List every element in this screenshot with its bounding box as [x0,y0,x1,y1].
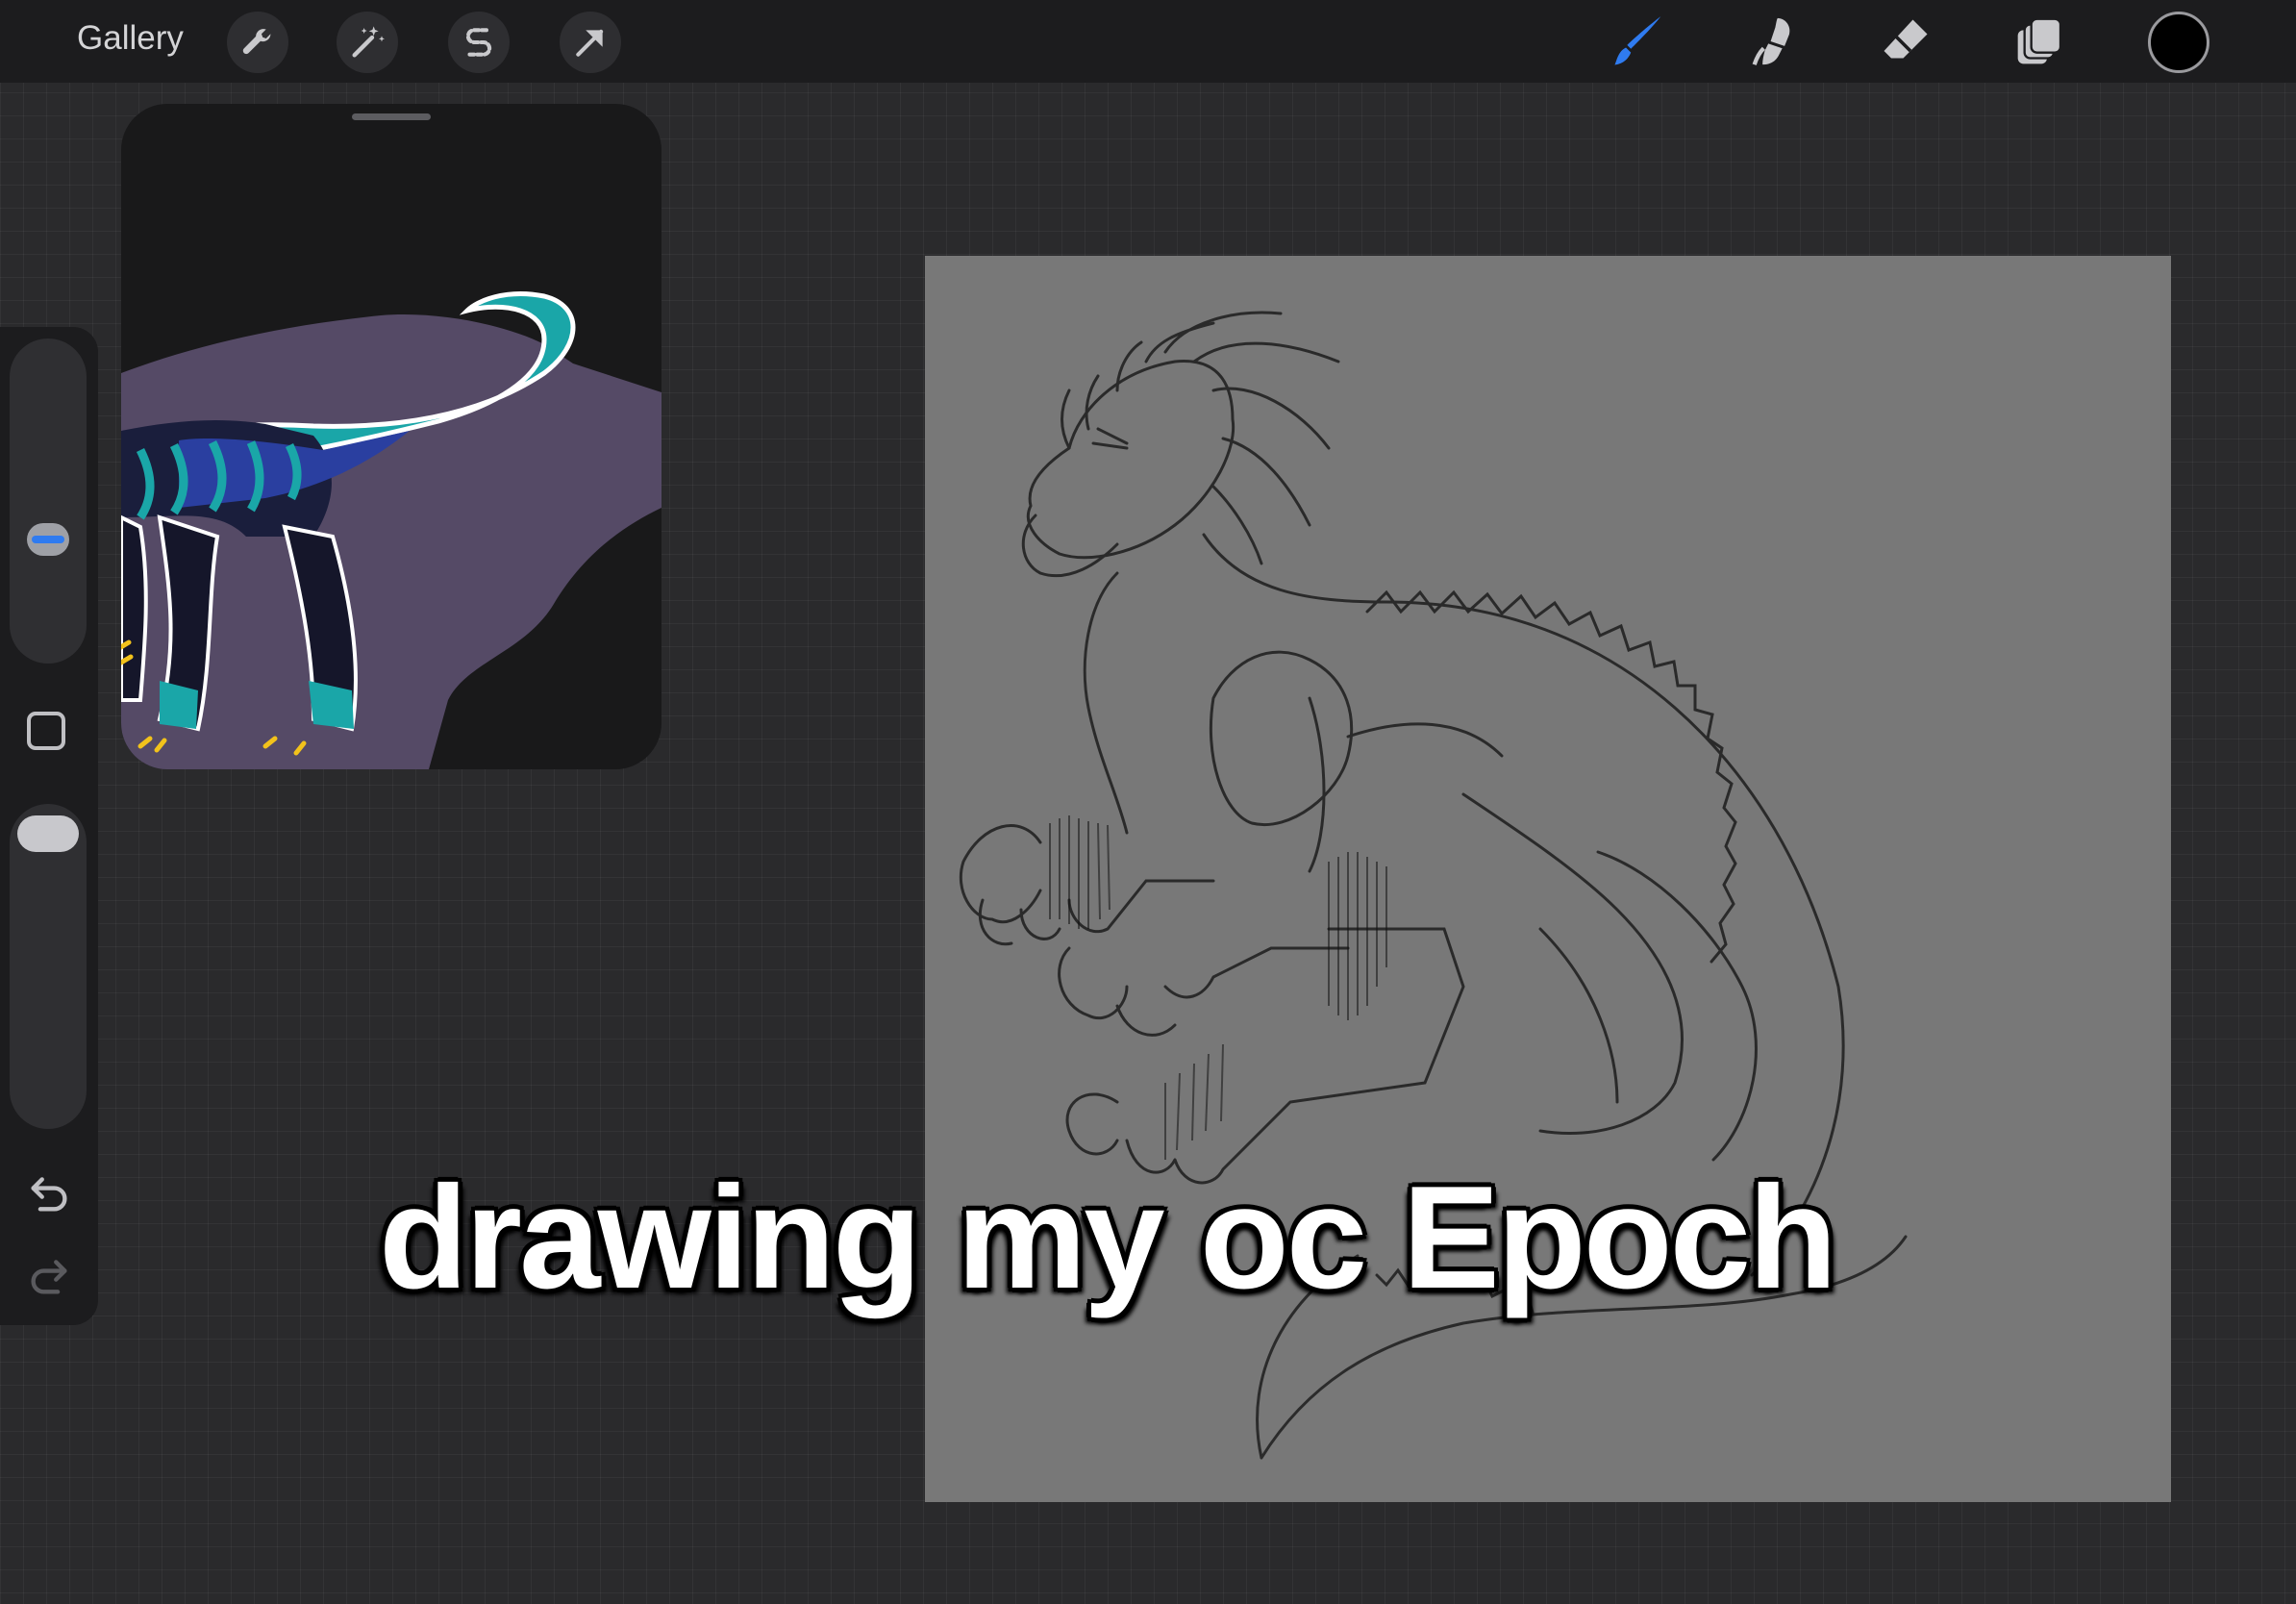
magic-wand-icon [352,26,385,58]
reference-image [121,291,661,769]
transform-button[interactable] [560,12,621,73]
gallery-button[interactable]: Gallery [77,19,184,58]
video-caption: drawing my oc Epoch [0,1154,2296,1322]
wrench-icon [242,29,271,55]
layers-button[interactable] [2009,10,2071,73]
transform-arrow-icon [576,29,604,57]
smudge-icon [1752,17,1790,65]
layers-icon [2017,17,2062,64]
selection-button[interactable] [448,12,510,73]
opacity-slider[interactable] [10,804,87,1129]
reference-window[interactable] [121,104,661,769]
adjustments-button[interactable] [337,12,398,73]
actions-button[interactable] [227,12,288,73]
top-toolbar: Gallery [0,0,2296,83]
caption-text: drawing my oc Epoch [379,1156,1837,1319]
brush-size-thumb[interactable] [27,523,69,556]
opacity-thumb[interactable] [17,815,79,852]
modify-square-icon[interactable] [27,712,65,750]
color-picker-button[interactable] [2148,12,2209,73]
eraser-tool[interactable] [1875,10,1936,73]
brush-icon [1614,16,1661,65]
brush-size-slider[interactable] [10,338,87,664]
smudge-tool[interactable] [1742,10,1804,73]
brush-tool[interactable] [1608,10,1669,73]
selection-s-icon [465,28,492,57]
eraser-icon [1884,19,1928,59]
